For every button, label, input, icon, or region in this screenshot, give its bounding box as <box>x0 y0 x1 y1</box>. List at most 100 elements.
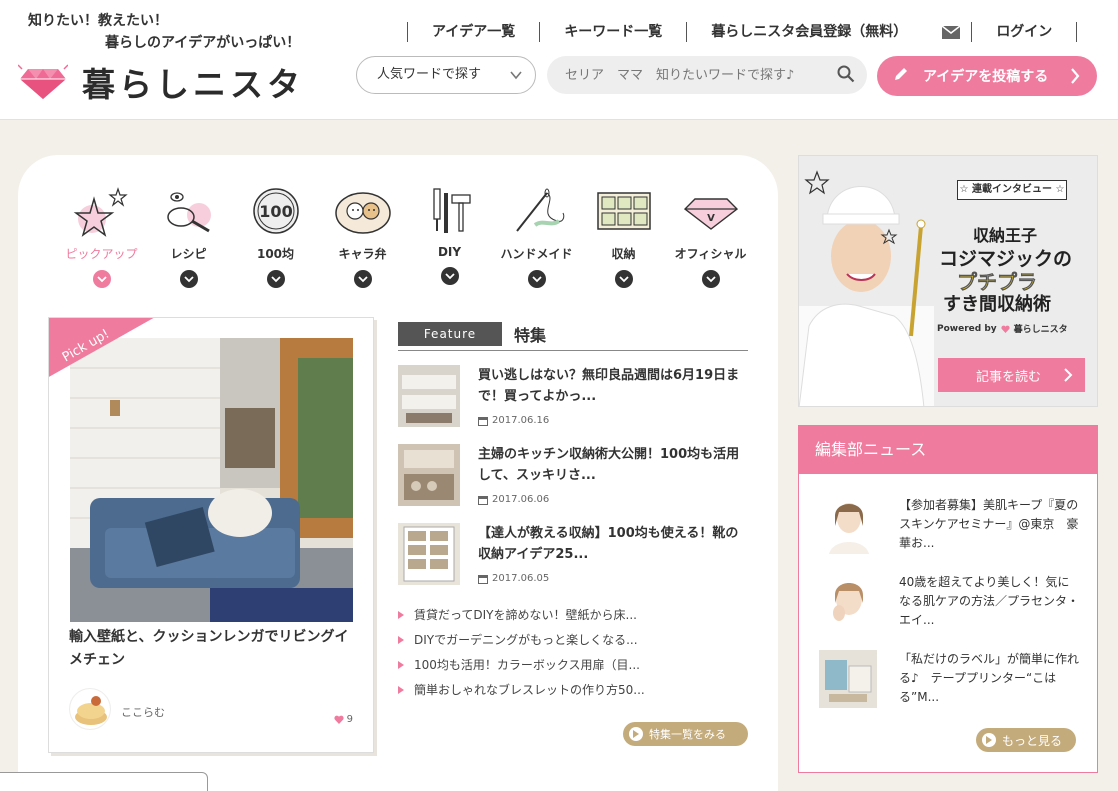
pickup-card[interactable]: Pick up! 輸入壁紙と、クッションレンガでリビングイメチェン ここらむ 9 <box>48 317 374 753</box>
needle-icon <box>507 185 567 237</box>
bottom-popup-tab[interactable] <box>0 772 208 791</box>
nav-idea-list[interactable]: アイデア一覧 <box>407 22 539 42</box>
chevron-down-icon <box>353 270 372 288</box>
category-nav: ピックアップ レシピ 100 100均 キャラ弁 DIY ハンドメイド 収納 V… <box>58 185 758 288</box>
nav-register[interactable]: 暮らしニスタ会員登録（無料） <box>686 22 931 42</box>
svg-text:V: V <box>707 213 715 224</box>
category-label: 100均 <box>256 247 295 261</box>
feature-link[interactable]: 賃貸だってDIYを諦めない！壁紙から床... <box>398 602 748 627</box>
read-article-button[interactable]: 記事を読む <box>938 358 1085 392</box>
feature-thumbnail[interactable] <box>398 444 460 506</box>
feature-link[interactable]: 100均も活用！カラーボックス用扉（目... <box>398 652 748 677</box>
editorial-news: 編集部ニュース 【参加者募集】美肌キープ『夏のスキンケアセミナー』@東京 豪華お… <box>798 425 1098 773</box>
news-more-button[interactable]: もっと見る <box>976 728 1076 752</box>
site-logo[interactable]: 暮らしニスタ <box>18 58 304 106</box>
category-label: オフィシャル <box>674 247 747 261</box>
news-more-label: もっと見る <box>1002 733 1063 748</box>
frying-pan-icon <box>159 185 219 237</box>
play-icon <box>982 733 996 747</box>
feature-link[interactable]: 簡単おしゃれなブレスレットの作り方50... <box>398 677 748 702</box>
bento-icon <box>333 185 393 237</box>
news-thumbnail[interactable] <box>819 496 877 554</box>
interview-banner[interactable]: ☆ 連載インタビュー ☆ 収納王子 コジマジックの プチプラ すき間収納術 Po… <box>798 155 1098 407</box>
like-count[interactable]: 9 <box>334 714 353 725</box>
feature-badge: Feature <box>398 321 502 346</box>
nav-keyword-list[interactable]: キーワード一覧 <box>539 22 686 42</box>
like-count-value: 9 <box>346 714 353 725</box>
category-diy[interactable]: DIY <box>406 185 493 288</box>
category-label: DIY <box>437 245 462 259</box>
pickup-username[interactable]: ここらむ <box>121 704 165 720</box>
category-label: キャラ弁 <box>338 247 387 261</box>
banner-powered-by: Powered by 暮らしニスタ <box>937 322 1068 336</box>
date-value: 2017.06.16 <box>492 415 550 426</box>
popular-word-select[interactable]: 人気ワードで探す <box>356 56 536 94</box>
site-header: 知りたい！教えたい！ 暮らしのアイデアがいっぱい！ 暮らしニスタ アイデア一覧 … <box>0 0 1118 120</box>
category-100yen[interactable]: 100 100均 <box>232 185 319 288</box>
chevron-down-icon <box>179 270 198 288</box>
chevron-down-icon <box>527 270 546 288</box>
mail-icon[interactable] <box>931 25 971 39</box>
tools-icon <box>420 185 480 237</box>
play-icon <box>629 727 643 741</box>
feature-thumbnail[interactable] <box>398 365 460 427</box>
news-item[interactable]: 40歳を超えてより美しく！気になる肌ケアの方法／プラセンタ・エイ... <box>819 573 1079 637</box>
feature-article[interactable]: 主婦のキッチン収納術大公開！100均も活用して、スッキリさ... 2017.06… <box>398 444 748 508</box>
coin-icon: 100 <box>246 185 306 237</box>
chevron-right-icon <box>1063 366 1073 388</box>
pickup-title[interactable]: 輸入壁紙と、クッションレンガでリビングイメチェン <box>69 626 359 672</box>
category-recipe[interactable]: レシピ <box>145 185 232 288</box>
feature-article-title[interactable]: 買い逃しはない？無印良品週間は6月19日まで！買ってよかっ... <box>478 365 748 407</box>
main-content-card: ピックアップ レシピ 100 100均 キャラ弁 DIY ハンドメイド 収納 V… <box>18 155 778 791</box>
news-item-text[interactable]: 「私だけのラベル」が簡単に作れる♪ テーププリンター“こはる”M... <box>899 650 1079 707</box>
category-label: 収納 <box>611 247 636 261</box>
feature-article[interactable]: 【達人が教える収納】100均も使える！靴の収納アイデア25... 2017.06… <box>398 523 748 587</box>
category-official[interactable]: V オフィシャル <box>667 185 754 288</box>
news-thumbnail[interactable] <box>819 650 877 708</box>
banner-tag: ☆ 連載インタビュー ☆ <box>957 180 1067 200</box>
search-input[interactable] <box>547 56 817 94</box>
select-value: 人気ワードで探す <box>377 67 482 82</box>
feature-article-title[interactable]: 【達人が教える収納】100均も使える！靴の収納アイデア25... <box>478 523 748 565</box>
news-item-text[interactable]: 【参加者募集】美肌キープ『夏のスキンケアセミナー』@東京 豪華お... <box>899 496 1079 553</box>
chevron-down-icon <box>701 270 720 288</box>
calendar-icon <box>478 495 488 505</box>
feature-thumbnail[interactable] <box>398 523 460 585</box>
powered-label: Powered by <box>937 323 997 334</box>
chevron-down-icon <box>92 270 111 288</box>
search-icon[interactable] <box>837 65 855 87</box>
news-item[interactable]: 【参加者募集】美肌キープ『夏のスキンケアセミナー』@東京 豪華お... <box>819 496 1079 560</box>
chevron-down-icon <box>440 267 459 285</box>
news-thumbnail[interactable] <box>819 573 877 631</box>
news-title: 編集部ニュース <box>799 426 1097 474</box>
chevron-down-icon <box>509 57 523 107</box>
category-handmade[interactable]: ハンドメイド <box>493 185 580 288</box>
feature-article[interactable]: 買い逃しはない？無印良品週間は6月19日まで！買ってよかっ... 2017.06… <box>398 365 748 429</box>
post-idea-label: アイデアを投稿する <box>923 69 1049 85</box>
calendar-icon <box>478 574 488 584</box>
category-storage[interactable]: 収納 <box>580 185 667 288</box>
feature-article-title[interactable]: 主婦のキッチン収納術大公開！100均も活用して、スッキリさ... <box>478 444 748 486</box>
feature-link[interactable]: DIYでガーデニングがもっと楽しくなる... <box>398 627 748 652</box>
news-item-text[interactable]: 40歳を超えてより美しく！気になる肌ケアの方法／プラセンタ・エイ... <box>899 573 1079 630</box>
date-value: 2017.06.06 <box>492 494 550 505</box>
avatar[interactable] <box>69 688 111 730</box>
svg-text:100: 100 <box>259 202 292 221</box>
category-pickup[interactable]: ピックアップ <box>58 185 145 288</box>
date-value: 2017.06.05 <box>492 573 550 584</box>
star-icon <box>72 185 132 237</box>
heart-icon <box>334 715 344 724</box>
category-charaben[interactable]: キャラ弁 <box>319 185 406 288</box>
nav-login[interactable]: ログイン <box>971 22 1078 42</box>
feature-list-label: 特集一覧をみる <box>649 728 726 741</box>
category-label: ハンドメイド <box>500 247 573 261</box>
chevron-right-icon <box>1069 65 1081 91</box>
news-item[interactable]: 「私だけのラベル」が簡単に作れる♪ テーププリンター“こはる”M... <box>819 650 1079 714</box>
post-idea-button[interactable]: アイデアを投稿する <box>877 56 1097 96</box>
category-label: ピックアップ <box>65 247 138 261</box>
category-label: レシピ <box>170 247 207 261</box>
tagline-2: 暮らしのアイデアがいっぱい！ <box>105 35 301 51</box>
logo-text: 暮らしニスタ <box>82 65 304 104</box>
feature-list-button[interactable]: 特集一覧をみる <box>623 722 748 746</box>
top-nav: アイデア一覧 キーワード一覧 暮らしニスタ会員登録（無料） ログイン <box>407 20 1078 44</box>
